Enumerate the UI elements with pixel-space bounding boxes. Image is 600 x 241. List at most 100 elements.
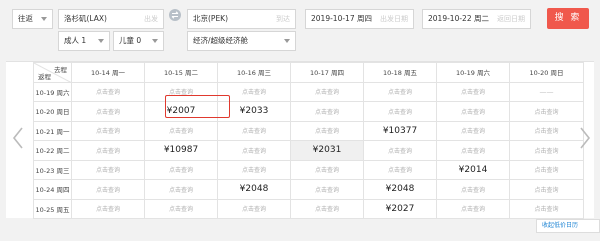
table-row: 10-19 周六 点击查询 点击查询 点击查询 点击查询 点击查询 点击查询 —— xyxy=(33,81,584,102)
query-cell[interactable]: 点击查询 xyxy=(144,159,218,180)
children-select[interactable]: 儿童 0 xyxy=(113,31,164,51)
row-header: 10-24 周四 xyxy=(33,179,72,200)
from-city-input[interactable]: 洛杉矶(LAX) 出发 xyxy=(58,9,164,29)
price-cell[interactable]: ¥10377 xyxy=(363,120,437,141)
query-cell[interactable]: 点击查询 xyxy=(509,198,584,219)
column-header: 10-15 周二 xyxy=(144,62,218,83)
price-cell[interactable]: ¥2014 xyxy=(436,159,510,180)
query-cell[interactable]: 点击查询 xyxy=(144,120,218,141)
row-header: 10-19 周六 xyxy=(33,81,72,102)
query-cell[interactable]: 点击查询 xyxy=(290,101,364,122)
column-header: 10-20 周日 xyxy=(509,62,584,83)
query-cell[interactable]: 点击查询 xyxy=(290,120,364,141)
query-cell[interactable]: 点击查询 xyxy=(436,179,510,200)
query-cell[interactable]: 点击查询 xyxy=(290,81,364,102)
query-cell[interactable]: 点击查询 xyxy=(363,81,437,102)
table-row: 10-23 周三 点击查询 点击查询 点击查询 点击查询 点击查询 ¥2014 点击查询 xyxy=(33,159,584,180)
adults-select[interactable]: 成人 1 xyxy=(58,31,110,51)
price-cell[interactable]: ¥2027 xyxy=(363,198,437,219)
query-cell[interactable]: 点击查询 xyxy=(436,140,510,161)
query-cell[interactable]: 点击查询 xyxy=(217,120,291,141)
chevron-down-icon xyxy=(284,39,290,43)
query-cell[interactable]: 点击查询 xyxy=(144,179,218,200)
row-header: 10-20 周日 xyxy=(33,101,72,122)
column-header: 10-19 周六 xyxy=(436,62,510,83)
return-date-value: 2019-10-22 周二 xyxy=(428,14,489,23)
empty-cell: —— xyxy=(509,81,584,102)
price-cell[interactable]: ¥2048 xyxy=(217,179,291,200)
query-cell[interactable]: 点击查询 xyxy=(436,120,510,141)
search-button[interactable]: 搜 索 xyxy=(547,8,589,29)
query-cell[interactable]: 点击查询 xyxy=(290,159,364,180)
selected-price-highlight xyxy=(165,95,230,118)
table-row: 10-24 周四 点击查询 点击查询 ¥2048 点击查询 ¥2048 点击查询 点击查询 xyxy=(33,179,584,200)
to-city-input[interactable]: 北京(PEK) 到达 xyxy=(187,9,296,29)
row-header: 10-22 周二 xyxy=(33,140,72,161)
column-header: 10-16 周三 xyxy=(217,62,291,83)
query-cell[interactable]: 点击查询 xyxy=(290,198,364,219)
return-axis-label: 返程 xyxy=(38,72,51,81)
row-header: 10-23 周三 xyxy=(33,159,72,180)
cabin-select[interactable]: 经济/超级经济舱 xyxy=(187,31,296,51)
trip-type-value: 往返 xyxy=(18,14,33,23)
query-cell[interactable]: 点击查询 xyxy=(436,198,510,219)
children-value: 儿童 0 xyxy=(119,36,142,45)
query-cell[interactable]: 点击查询 xyxy=(71,140,145,161)
table-row: 10-21 周一 点击查询 点击查询 点击查询 点击查询 ¥10377 点击查询 点击查询 xyxy=(33,120,584,141)
query-cell[interactable]: 点击查询 xyxy=(71,179,145,200)
to-city-hint: 到达 xyxy=(276,15,290,23)
column-header: 10-18 周五 xyxy=(363,62,437,83)
table-row: 10-20 周日 点击查询 ¥2007 ¥2033 点击查询 点击查询 点击查询 点击查询 xyxy=(33,101,584,122)
query-cell[interactable]: 点击查询 xyxy=(71,198,145,219)
query-cell[interactable]: 点击查询 xyxy=(436,101,510,122)
adults-value: 成人 1 xyxy=(64,36,87,45)
row-header: 10-25 周五 xyxy=(33,198,72,219)
query-cell[interactable]: 点击查询 xyxy=(71,81,145,102)
table-row: 10-25 周五 点击查询 点击查询 点击查询 点击查询 ¥2027 点击查询 点击查询 xyxy=(33,198,584,219)
query-cell[interactable]: 点击查询 xyxy=(509,179,584,200)
low-price-calendar: 去程 返程 10-14 周一 10-15 周二 10-16 周三 10-17 周… xyxy=(6,61,594,219)
from-city-hint: 出发 xyxy=(144,15,158,23)
query-cell[interactable]: 点击查询 xyxy=(509,120,584,141)
price-cell[interactable]: ¥2048 xyxy=(363,179,437,200)
query-cell[interactable]: 点击查询 xyxy=(217,140,291,161)
column-header: 10-17 周四 xyxy=(290,62,364,83)
query-cell[interactable]: 点击查询 xyxy=(363,101,437,122)
query-cell[interactable]: 点击查询 xyxy=(71,101,145,122)
query-cell[interactable]: 点击查询 xyxy=(436,81,510,102)
from-city-value: 洛杉矶(LAX) xyxy=(64,14,107,23)
query-cell[interactable]: 点击查询 xyxy=(363,159,437,180)
price-cell[interactable]: ¥10987 xyxy=(144,140,218,161)
calendar-corner-header: 去程 返程 xyxy=(33,62,72,83)
swap-cities-icon[interactable] xyxy=(169,9,181,21)
price-cell[interactable]: ¥2031 xyxy=(290,140,364,161)
to-city-value: 北京(PEK) xyxy=(193,14,229,23)
depart-date-hint: 出发日期 xyxy=(380,15,408,23)
query-cell[interactable]: 点击查询 xyxy=(71,159,145,180)
query-cell[interactable]: 点击查询 xyxy=(509,140,584,161)
depart-axis-label: 去程 xyxy=(54,66,67,74)
query-cell[interactable]: 点击查询 xyxy=(217,198,291,219)
query-cell[interactable]: 点击查询 xyxy=(290,179,364,200)
chevron-down-icon xyxy=(152,39,158,43)
query-cell[interactable]: 点击查询 xyxy=(363,140,437,161)
table-row: 10-22 周二 点击查询 ¥10987 点击查询 ¥2031 点击查询 点击查询 点击查询 xyxy=(33,140,584,161)
query-cell[interactable]: 点击查询 xyxy=(71,120,145,141)
query-cell[interactable]: 点击查询 xyxy=(144,198,218,219)
chevron-left-icon[interactable] xyxy=(12,126,24,150)
collapse-calendar-link[interactable]: 收起低价日历 xyxy=(536,219,600,233)
query-cell[interactable]: 点击查询 xyxy=(217,159,291,180)
query-cell[interactable]: 点击查询 xyxy=(509,101,584,122)
depart-date-input[interactable]: 2019-10-17 周四 出发日期 xyxy=(305,9,414,29)
return-date-input[interactable]: 2019-10-22 周二 返回日期 xyxy=(422,9,531,29)
return-date-hint: 返回日期 xyxy=(497,15,525,23)
cabin-value: 经济/超级经济舱 xyxy=(193,36,249,45)
chevron-right-icon[interactable] xyxy=(579,126,591,150)
query-cell[interactable]: 点击查询 xyxy=(509,159,584,180)
price-calendar-table: 去程 返程 10-14 周一 10-15 周二 10-16 周三 10-17 周… xyxy=(33,62,584,219)
depart-date-value: 2019-10-17 周四 xyxy=(311,14,372,23)
column-header: 10-14 周一 xyxy=(71,62,145,83)
chevron-down-icon xyxy=(41,17,47,21)
trip-type-select[interactable]: 往返 xyxy=(12,9,53,29)
row-header: 10-21 周一 xyxy=(33,120,72,141)
